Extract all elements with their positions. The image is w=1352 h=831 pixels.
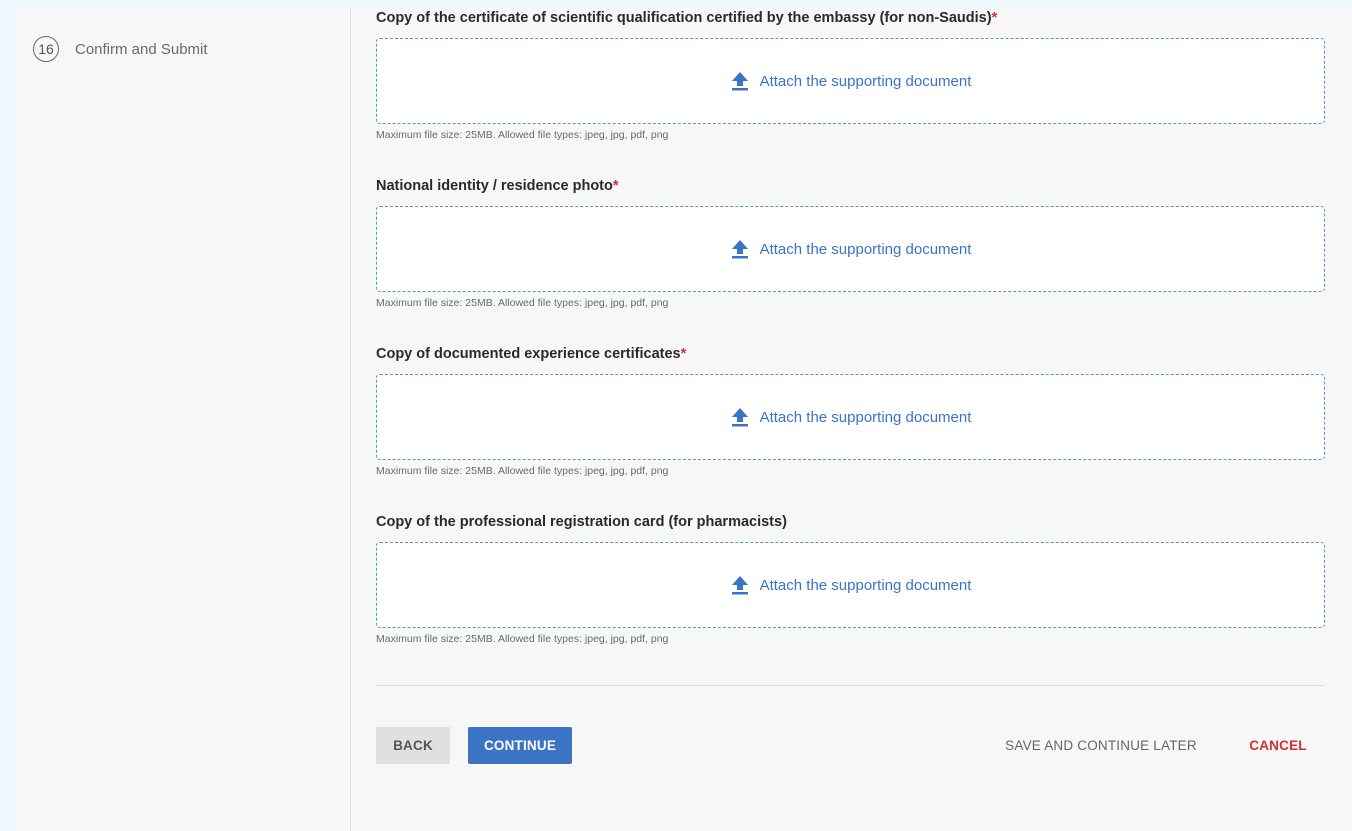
required-asterisk: * xyxy=(612,178,619,194)
file-size-hint: Maximum file size: 25MB. Allowed file ty… xyxy=(376,129,669,141)
required-asterisk: * xyxy=(991,10,998,26)
back-button[interactable]: BACK xyxy=(376,727,450,764)
field-label: National identity / residence photo* xyxy=(376,178,619,194)
upload-arrow-icon xyxy=(731,576,748,595)
attach-document-label: Attach the supporting document xyxy=(759,240,972,258)
cancel-button[interactable]: CANCEL xyxy=(1238,727,1318,764)
field-label: Copy of the certificate of scientific qu… xyxy=(376,10,998,26)
required-asterisk: * xyxy=(680,346,687,362)
continue-button[interactable]: CONTINUE xyxy=(468,727,572,764)
sidebar-step-confirm-submit[interactable]: 16 Confirm and Submit xyxy=(33,36,208,62)
field-identity-photo: National identity / residence photo* Att… xyxy=(376,176,1325,309)
sidebar: 16 Confirm and Submit xyxy=(18,8,351,831)
upload-arrow-icon xyxy=(731,240,748,259)
field-professional-registration-card: Copy of the professional registration ca… xyxy=(376,512,1325,645)
step-label: Confirm and Submit xyxy=(75,40,208,58)
attach-document-label: Attach the supporting document xyxy=(759,72,972,90)
attach-document-label: Attach the supporting document xyxy=(759,576,972,594)
file-size-hint: Maximum file size: 25MB. Allowed file ty… xyxy=(376,297,669,309)
upload-dropzone-identity-photo[interactable]: Attach the supporting document xyxy=(376,206,1325,292)
application-frame: 16 Confirm and Submit Copy of the certif… xyxy=(18,8,1352,831)
upload-dropzone-professional-registration-card[interactable]: Attach the supporting document xyxy=(376,542,1325,628)
upload-dropzone-embassy-certificate[interactable]: Attach the supporting document xyxy=(376,38,1325,124)
upload-arrow-icon xyxy=(731,72,748,91)
upload-arrow-icon xyxy=(731,408,748,427)
attach-document-label: Attach the supporting document xyxy=(759,408,972,426)
field-label: Copy of documented experience certificat… xyxy=(376,346,687,362)
save-and-continue-later-button[interactable]: SAVE AND CONTINUE LATER xyxy=(996,727,1206,764)
step-number-badge: 16 xyxy=(33,36,59,62)
file-size-hint: Maximum file size: 25MB. Allowed file ty… xyxy=(376,633,669,645)
upload-dropzone-experience-certificates[interactable]: Attach the supporting document xyxy=(376,374,1325,460)
field-experience-certificates: Copy of documented experience certificat… xyxy=(376,344,1325,477)
actions-divider xyxy=(376,685,1325,686)
field-label: Copy of the professional registration ca… xyxy=(376,514,787,530)
field-embassy-certificate: Copy of the certificate of scientific qu… xyxy=(376,8,1325,141)
file-size-hint: Maximum file size: 25MB. Allowed file ty… xyxy=(376,465,669,477)
